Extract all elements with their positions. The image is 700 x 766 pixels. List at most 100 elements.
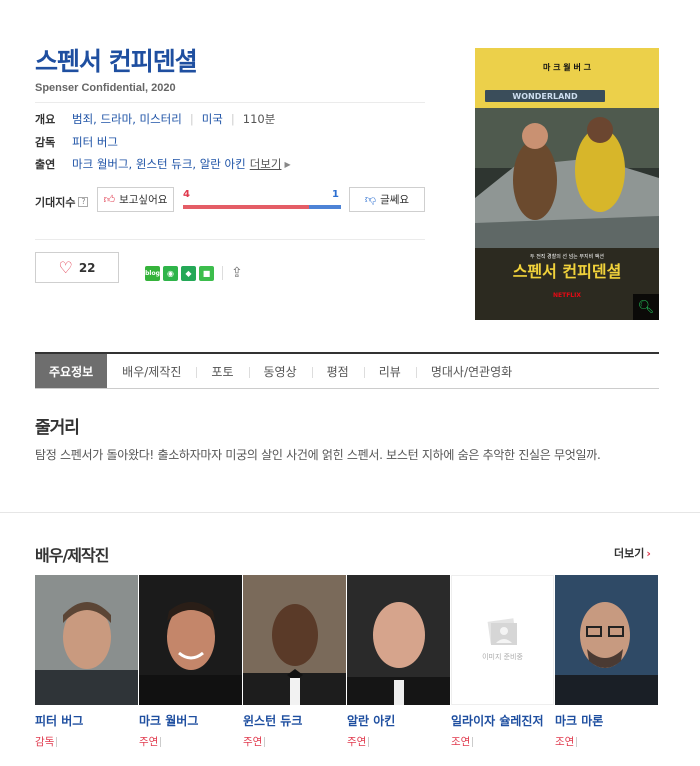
- poster-brand: NETFLIX: [553, 292, 581, 299]
- kakao-share-icon[interactable]: ■: [199, 265, 214, 281]
- cast-role: 감독: [35, 734, 138, 749]
- image-placeholder-icon: [487, 618, 517, 645]
- overview-label: 개요: [35, 113, 56, 126]
- heart-count: 22: [78, 260, 96, 275]
- synopsis-text: 탐정 스펜서가 돌아왔다! 출소하자마자 미궁의 살인 사건에 얽힌 스펜서. …: [35, 448, 601, 462]
- director-label: 감독: [35, 136, 56, 149]
- heart-icon: ♡: [58, 257, 73, 277]
- tab-bar: 주요정보 배우/제작진 포토 동영상 평점 리뷰 명대사/연관영화: [35, 352, 659, 389]
- cast-photo[interactable]: [243, 575, 346, 705]
- cast-photo-placeholder[interactable]: 이미지 준비중: [451, 575, 554, 705]
- want-to-see-label: 보고싶어요: [119, 194, 168, 206]
- chevron-right-icon: ›: [646, 547, 651, 560]
- country-link[interactable]: 미국: [202, 111, 223, 127]
- story-share-icon[interactable]: ◆: [181, 265, 196, 281]
- cast-role: 조연: [451, 734, 554, 749]
- poster-title: 스펜서 컨피덴셜: [513, 262, 622, 281]
- synopsis-heading: 줄거리: [35, 418, 80, 438]
- cast-role-text: 주연: [243, 736, 263, 748]
- share-icon[interactable]: ⇪: [231, 265, 243, 281]
- search-icon[interactable]: 🔍︎: [633, 294, 659, 320]
- cast-card[interactable]: 알란 아킨 주연: [347, 575, 450, 749]
- cast-name[interactable]: 마크 월버그: [139, 712, 242, 729]
- cast-role: 주연: [139, 734, 242, 749]
- band-share-icon[interactable]: ◉: [163, 265, 178, 281]
- genre-link[interactable]: 범죄, 드라마, 미스터리: [72, 111, 182, 127]
- cast-role-text: 주연: [347, 736, 367, 748]
- separator: [576, 736, 578, 747]
- like-heart-button[interactable]: ♡ 22: [35, 252, 119, 283]
- cast-role-text: 주연: [139, 736, 159, 748]
- divider: [35, 102, 425, 103]
- expectation-gauge-fill: [183, 205, 310, 209]
- expectation-label-text: 기대지수: [35, 196, 76, 209]
- separator: |: [189, 112, 194, 126]
- cast-name[interactable]: 마크 마론: [555, 712, 658, 729]
- cast-links[interactable]: 마크 월버그, 윈스턴 듀크, 알란 아킨: [72, 156, 246, 172]
- separator: [160, 736, 162, 747]
- cast-role-text: 조연: [451, 736, 471, 748]
- poster-sign: WONDERLAND: [512, 92, 578, 101]
- share-bar: blog ◉ ◆ ■ ⇪: [145, 265, 243, 281]
- cast-name[interactable]: 피터 버그: [35, 712, 138, 729]
- separator: [56, 736, 58, 747]
- section-divider: [0, 512, 700, 513]
- separator: [472, 736, 474, 747]
- poster-names: 마 크 월 버 그: [543, 62, 592, 72]
- help-icon[interactable]: ?: [78, 197, 89, 207]
- runtime: 110분: [242, 112, 276, 126]
- cast-more-link[interactable]: 더보기: [250, 156, 282, 172]
- tab-main-info[interactable]: 주요정보: [35, 354, 108, 388]
- cast-card[interactable]: 피터 버그 감독: [35, 575, 138, 749]
- tab-video[interactable]: 동영상: [248, 354, 312, 388]
- cast-card[interactable]: 마크 월버그 주연: [139, 575, 242, 749]
- poster-tagline: 두 전직 경찰의 선 넘는 무지비 액션: [530, 253, 604, 260]
- tab-photo[interactable]: 포토: [196, 354, 248, 388]
- page-title: 스펜서 컨피덴셜: [35, 47, 198, 76]
- director-row: 감독 피터 버그: [35, 134, 118, 150]
- separator: [368, 736, 370, 747]
- cast-card[interactable]: 윈스턴 듀크 주연: [243, 575, 346, 749]
- cast-photo[interactable]: [555, 575, 658, 705]
- cast-role: 주연: [347, 734, 450, 749]
- movie-poster[interactable]: 마 크 월 버 그 WONDERLAND 두 전직 경찰의 선 넘는 무지비 액…: [475, 48, 659, 320]
- cast-name[interactable]: 알란 아킨: [347, 712, 450, 729]
- cast-row: 출연 마크 월버그, 윈스턴 듀크, 알란 아킨 더보기 ▶: [35, 156, 291, 172]
- cast-card[interactable]: 이미지 준비중 일라이자 슐레진저 조연: [451, 575, 554, 749]
- blog-share-icon[interactable]: blog: [145, 265, 160, 281]
- chevron-right-icon: ▶: [284, 159, 291, 169]
- dislike-count: 1: [332, 189, 339, 200]
- thumbs-down-icon: 👎︎: [364, 193, 377, 206]
- tab-cast-crew[interactable]: 배우/제작진: [107, 354, 196, 388]
- expectation-label: 기대지수 ?: [35, 194, 89, 210]
- cast-more-link[interactable]: 더보기 ›: [614, 545, 651, 561]
- tab-rating[interactable]: 평점: [311, 354, 364, 388]
- cast-more-label: 더보기: [614, 547, 645, 560]
- want-to-see-button[interactable]: 👍︎ 보고싶어요: [97, 187, 174, 212]
- not-sure-label: 글쎄요: [380, 194, 410, 206]
- cast-name[interactable]: 윈스턴 듀크: [243, 712, 346, 729]
- tab-quotes-related[interactable]: 명대사/연관영화: [415, 354, 527, 388]
- overview-row: 개요 범죄, 드라마, 미스터리 | 미국 | 110분: [35, 111, 275, 127]
- poster-image: 마 크 월 버 그 WONDERLAND 두 전직 경찰의 선 넘는 무지비 액…: [475, 48, 659, 320]
- placeholder-text: 이미지 준비중: [482, 653, 523, 661]
- cast-list: 피터 버그 감독 마크 월버그 주연 윈스턴 듀크 주연 알란 아킨 주연 이미…: [35, 575, 658, 749]
- cast-photo[interactable]: [35, 575, 138, 705]
- cast-label: 출연: [35, 158, 56, 171]
- cast-photo[interactable]: [347, 575, 450, 705]
- cast-role: 주연: [243, 734, 346, 749]
- cast-role-text: 감독: [35, 736, 55, 748]
- director-link[interactable]: 피터 버그: [72, 134, 118, 150]
- cast-photo[interactable]: [139, 575, 242, 705]
- not-sure-button[interactable]: 👎︎ 글쎄요: [349, 187, 425, 212]
- cast-name[interactable]: 일라이자 슐레진저: [451, 712, 554, 729]
- tab-review[interactable]: 리뷰: [363, 354, 416, 388]
- thumbs-up-icon: 👍︎: [103, 193, 116, 206]
- expectation-gauge: [183, 205, 341, 209]
- like-count: 4: [183, 189, 190, 200]
- cast-card[interactable]: 마크 마론 조연: [555, 575, 658, 749]
- cast-role-text: 조연: [555, 736, 575, 748]
- divider: [35, 239, 425, 240]
- cast-role: 조연: [555, 734, 658, 749]
- separator: |: [230, 112, 235, 126]
